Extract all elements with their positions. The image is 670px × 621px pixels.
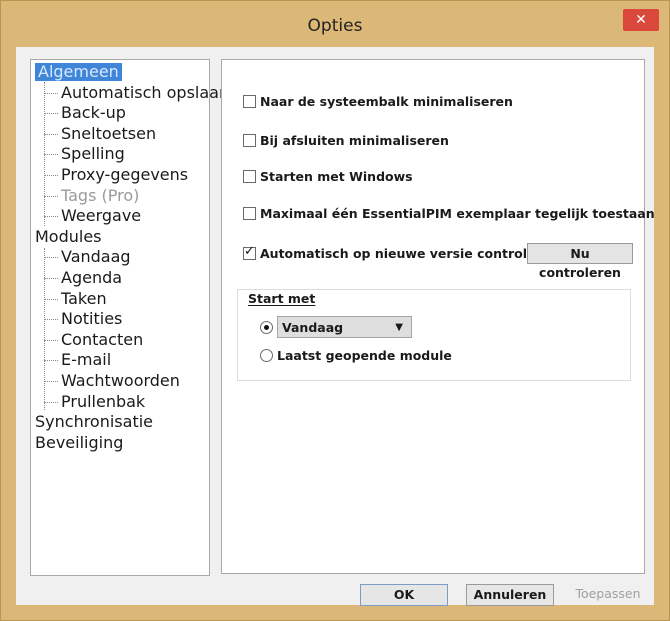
tree-connector bbox=[44, 381, 58, 382]
tree-item-wachtwoorden[interactable]: Wachtwoorden bbox=[61, 372, 180, 390]
start-last-module-label: Laatst geopende module bbox=[277, 347, 452, 363]
tree-item-e-mail[interactable]: E-mail bbox=[61, 351, 111, 369]
tree-connector bbox=[44, 319, 58, 320]
cancel-button[interactable]: Annuleren bbox=[466, 584, 554, 606]
start-module-select[interactable]: Vandaag ▼ bbox=[277, 316, 412, 338]
tree-item-proxy-gegevens[interactable]: Proxy-gegevens bbox=[61, 166, 188, 184]
tree-connector bbox=[44, 216, 58, 217]
tree-connector bbox=[44, 93, 58, 94]
tree-connector bbox=[44, 196, 58, 197]
tree-connector bbox=[44, 134, 58, 135]
tree-item-prullenbak[interactable]: Prullenbak bbox=[61, 393, 145, 411]
apply-button[interactable]: Toepassen bbox=[572, 584, 644, 606]
single-instance-option[interactable]: Maximaal één EssentialPIM exemplaar tege… bbox=[243, 205, 655, 221]
tree-item-back-up[interactable]: Back-up bbox=[61, 104, 126, 122]
tree-item-tags-pro[interactable]: Tags (Pro) bbox=[61, 187, 139, 205]
tree-connector bbox=[44, 340, 58, 341]
auto-update-checkbox[interactable] bbox=[243, 244, 256, 260]
tree-item-algemeen[interactable]: Algemeen bbox=[35, 63, 122, 81]
start-module-value: Vandaag bbox=[282, 319, 344, 335]
tree-item-beveiliging[interactable]: Beveiliging bbox=[35, 434, 123, 452]
ok-button[interactable]: OK bbox=[360, 584, 448, 606]
tree-connector bbox=[44, 154, 58, 155]
tree-connector bbox=[44, 113, 58, 114]
minimize-tray-option[interactable]: Naar de systeembalk minimaliseren bbox=[243, 93, 513, 109]
minimize-tray-checkbox[interactable] bbox=[243, 94, 256, 108]
tree-connector bbox=[44, 360, 58, 361]
start-module-option[interactable]: Vandaag ▼ bbox=[260, 316, 412, 338]
start-with-label: Start met bbox=[248, 291, 316, 306]
single-instance-checkbox[interactable] bbox=[243, 206, 256, 220]
auto-update-option[interactable]: Automatisch op nieuwe versie controlere bbox=[243, 244, 551, 261]
tree-connector bbox=[44, 248, 45, 410]
start-with-windows-option[interactable]: Starten met Windows bbox=[243, 168, 413, 184]
tree-connector bbox=[44, 278, 58, 279]
minimize-on-close-label: Bij afsluiten minimaliseren bbox=[260, 132, 449, 148]
start-module-radio[interactable] bbox=[260, 320, 273, 334]
single-instance-label: Maximaal één EssentialPIM exemplaar tege… bbox=[260, 205, 655, 221]
minimize-tray-label: Naar de systeembalk minimaliseren bbox=[260, 93, 513, 109]
tree-item-modules[interactable]: Modules bbox=[35, 228, 102, 246]
tree-item-taken[interactable]: Taken bbox=[61, 290, 107, 308]
tree-item-agenda[interactable]: Agenda bbox=[61, 269, 122, 287]
check-now-button[interactable]: Nu controleren bbox=[527, 243, 633, 280]
tree-item-contacten[interactable]: Contacten bbox=[61, 331, 143, 349]
tree-item-vandaag[interactable]: Vandaag bbox=[61, 248, 131, 266]
tree-item-spelling[interactable]: Spelling bbox=[61, 145, 125, 163]
window-title: Opties bbox=[307, 16, 363, 36]
tree-item-weergave[interactable]: Weergave bbox=[61, 207, 141, 225]
tree-connector bbox=[44, 175, 58, 176]
close-button[interactable]: ✕ bbox=[623, 9, 659, 31]
start-last-module-option[interactable]: Laatst geopende module bbox=[260, 347, 452, 363]
tree-item-sneltoetsen[interactable]: Sneltoetsen bbox=[61, 125, 156, 143]
tree-connector bbox=[44, 299, 58, 300]
tree-item-synchronisatie[interactable]: Synchronisatie bbox=[35, 413, 153, 431]
title-bar[interactable]: Opties ✕ bbox=[1, 1, 669, 47]
minimize-on-close-checkbox[interactable] bbox=[243, 133, 256, 147]
tree-item-automatisch-opslaan[interactable]: Automatisch opslaan bbox=[61, 84, 229, 102]
auto-update-label: Automatisch op nieuwe versie controlere bbox=[260, 245, 551, 261]
start-with-windows-checkbox[interactable] bbox=[243, 169, 256, 183]
start-with-windows-label: Starten met Windows bbox=[260, 168, 413, 184]
close-icon: ✕ bbox=[635, 12, 647, 28]
start-last-module-radio[interactable] bbox=[260, 348, 273, 362]
tree-connector bbox=[44, 402, 58, 403]
tree-connector bbox=[44, 257, 58, 258]
chevron-down-icon: ▼ bbox=[395, 321, 403, 333]
tree-item-notities[interactable]: Notities bbox=[61, 310, 122, 328]
minimize-on-close-option[interactable]: Bij afsluiten minimaliseren bbox=[243, 132, 449, 148]
